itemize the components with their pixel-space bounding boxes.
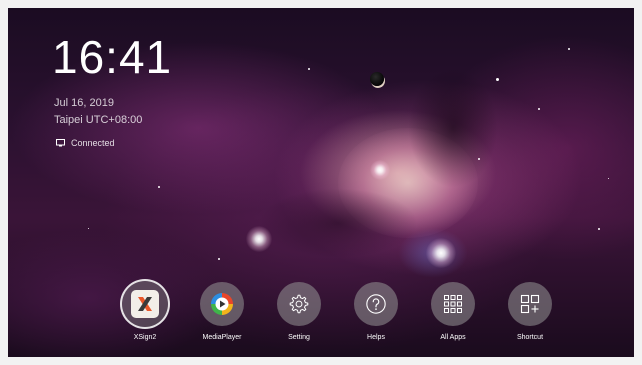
bright-star (370, 160, 390, 180)
shortcut-add-icon (520, 294, 540, 314)
home-screen: 16:41 Jul 16, 2019 Taipei UTC+08:00 Conn… (8, 8, 634, 357)
app-all-apps[interactable]: All Apps (418, 282, 488, 341)
app-helps[interactable]: Helps (341, 282, 411, 341)
app-label: MediaPlayer (202, 334, 242, 341)
star (608, 178, 609, 179)
app-label: All Apps (440, 334, 466, 341)
clock-timezone: Taipei UTC+08:00 (54, 114, 143, 126)
apps-grid-icon (443, 294, 463, 314)
app-setting-button[interactable] (277, 282, 321, 326)
app-mediaplayer-button[interactable] (200, 282, 244, 326)
app-xsign2[interactable]: XSign2 (110, 279, 180, 341)
network-status-label: Connected (71, 138, 115, 148)
app-label: Helps (367, 334, 385, 341)
star (478, 158, 480, 160)
play-icon (210, 292, 234, 316)
dark-dust-lane (258, 188, 418, 258)
help-icon (365, 293, 387, 315)
app-setting[interactable]: Setting (264, 282, 334, 341)
gear-icon (288, 293, 310, 315)
app-shortcut[interactable]: Shortcut (495, 282, 565, 341)
dark-dust-lane (408, 68, 498, 188)
xsign-icon (131, 290, 159, 318)
planet (370, 72, 384, 86)
star (158, 186, 160, 188)
bright-star (426, 238, 456, 268)
app-shortcut-button[interactable] (508, 282, 552, 326)
star (538, 108, 540, 110)
app-mediaplayer[interactable]: MediaPlayer (187, 282, 257, 341)
app-label: Shortcut (516, 334, 544, 341)
star (308, 68, 310, 70)
nebula-core (338, 128, 478, 238)
bright-star (246, 226, 272, 252)
app-dock: XSign2 MediaPlayer Setting Helps All App… (8, 279, 634, 357)
app-xsign2-button[interactable] (120, 279, 170, 329)
monitor-icon (56, 139, 65, 147)
star (496, 78, 499, 81)
network-status: Connected (56, 138, 115, 148)
star (88, 228, 89, 229)
app-all-apps-button[interactable] (431, 282, 475, 326)
star (218, 258, 220, 260)
app-helps-button[interactable] (354, 282, 398, 326)
app-label: Setting (288, 334, 310, 341)
app-label: XSign2 (133, 334, 157, 341)
clock-date: Jul 16, 2019 (54, 97, 114, 109)
clock-time: 16:41 (52, 31, 173, 83)
star (568, 48, 570, 50)
star (598, 228, 600, 230)
